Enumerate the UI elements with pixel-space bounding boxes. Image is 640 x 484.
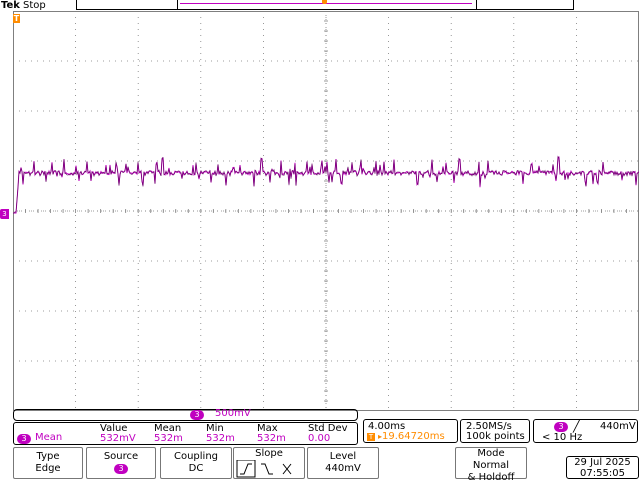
- grid-lines: [13, 11, 639, 411]
- trigger-frequency: < 10 Hz: [542, 432, 583, 443]
- level-value: 440mV: [325, 463, 361, 474]
- slope-options: [236, 459, 292, 478]
- coupling-button[interactable]: Coupling DC: [160, 447, 232, 479]
- trigger-source-badge: 3: [554, 422, 568, 432]
- ch3-ground-marker[interactable]: 3: [0, 209, 9, 219]
- mode-title: Mode: [477, 448, 505, 459]
- value-stddev: 0.00: [308, 433, 331, 444]
- measurement-type: Mean: [35, 432, 63, 443]
- measurement-panel[interactable]: 3 Mean Value Mean Min Max Std Dev 532mV …: [13, 422, 358, 445]
- ch3-badge: 3: [190, 410, 204, 420]
- trigger-position-icon-small: T: [367, 433, 375, 441]
- type-value: Edge: [35, 463, 61, 474]
- coupling-title: Coupling: [173, 451, 219, 462]
- level-title: Level: [329, 451, 357, 462]
- value-current: 532mV: [100, 433, 136, 444]
- trigger-level: 440mV: [600, 421, 636, 432]
- coupling-value: DC: [188, 463, 204, 474]
- graticule: [13, 11, 639, 411]
- level-button[interactable]: Level 440mV: [307, 447, 379, 479]
- ch3-waveform-noise: [13, 155, 639, 214]
- acquisition-readout[interactable]: 2.50MS/s 100k points: [460, 419, 530, 443]
- trigger-position-icon: T: [13, 14, 20, 23]
- trigger-readout[interactable]: 3 ╱ 440mV < 10 Hz: [533, 419, 638, 443]
- record-view-window[interactable]: [177, 0, 477, 10]
- mode-button[interactable]: Mode Normal & Holdoff: [455, 447, 527, 483]
- slope-title: Slope: [255, 448, 283, 459]
- ch3-scale: 500mV: [215, 408, 251, 419]
- source-button[interactable]: Source 3: [86, 447, 156, 479]
- record-trigger-icon: [322, 0, 327, 4]
- horizontal-readout[interactable]: 4.00ms T ▸19.64720ms: [363, 419, 458, 443]
- trigger-position-value: ▸19.64720ms: [378, 431, 445, 442]
- value-min: 532m: [206, 433, 235, 444]
- brand-label: Tek: [1, 0, 20, 11]
- value-max: 532m: [257, 433, 286, 444]
- record-length: 100k points: [466, 431, 525, 442]
- mode-value-2: & Holdoff: [467, 472, 515, 483]
- source-channel-badge: 3: [114, 464, 128, 474]
- mode-value-1: Normal: [472, 460, 510, 471]
- acquisition-state: Stop: [23, 0, 46, 11]
- channel-scale-box: [13, 409, 358, 421]
- measurement-channel-badge: 3: [17, 434, 31, 444]
- slope-button[interactable]: Slope: [233, 447, 305, 479]
- source-title: Source: [103, 451, 139, 462]
- either-edge-icon: [282, 463, 292, 475]
- time-value: 07:55:05: [580, 468, 625, 479]
- falling-edge-icon: [261, 463, 273, 475]
- value-mean: 532m: [154, 433, 183, 444]
- date-value: 29 Jul 2025: [574, 457, 631, 468]
- datetime-readout: 29 Jul 2025 07:55:05: [566, 456, 639, 479]
- type-button[interactable]: Type Edge: [13, 447, 83, 479]
- type-title: Type: [36, 451, 60, 462]
